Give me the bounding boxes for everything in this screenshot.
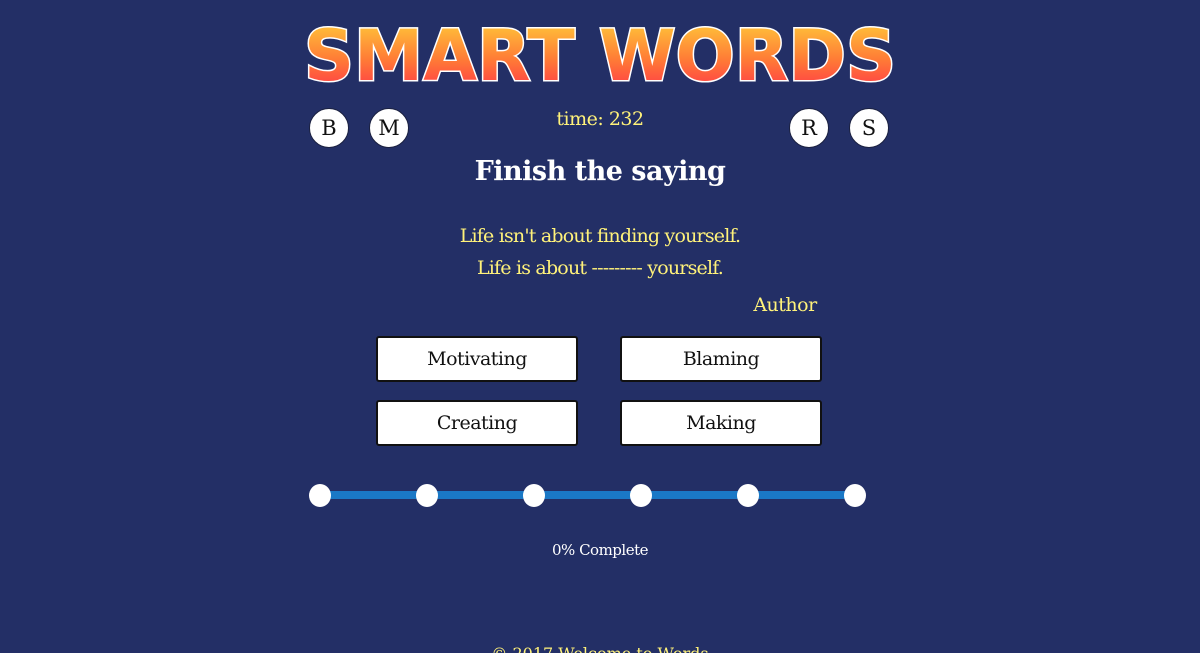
progress-label: 0% Complete (552, 541, 648, 559)
progress-step-dot (309, 484, 331, 507)
progress-step-dot (630, 484, 652, 507)
answer-button-creating[interactable]: Creating (376, 400, 578, 446)
timer-display: time: 232 (556, 108, 644, 130)
answer-button-motivating[interactable]: Motivating (376, 336, 578, 382)
question-title: Finish the saying (474, 156, 726, 187)
progress-step-dot (416, 484, 438, 507)
footer-copyright: © 2017 Welcome to Words (0, 644, 1200, 653)
progress-step-dot (737, 484, 759, 507)
smart-words-logo: SMART WORDS (303, 14, 898, 90)
quote-line-2: Life is about --------- yourself. (476, 257, 724, 279)
progress-track (320, 491, 855, 499)
answer-button-blaming[interactable]: Blaming (620, 336, 822, 382)
logo-text: SMART WORDS (304, 15, 896, 90)
quote-line-1: Life isn't about finding yourself. (459, 225, 741, 247)
progress-step-dot (844, 484, 866, 507)
progress-step-dot (523, 484, 545, 507)
quote-author: Author (753, 294, 817, 316)
answer-button-making[interactable]: Making (620, 400, 822, 446)
